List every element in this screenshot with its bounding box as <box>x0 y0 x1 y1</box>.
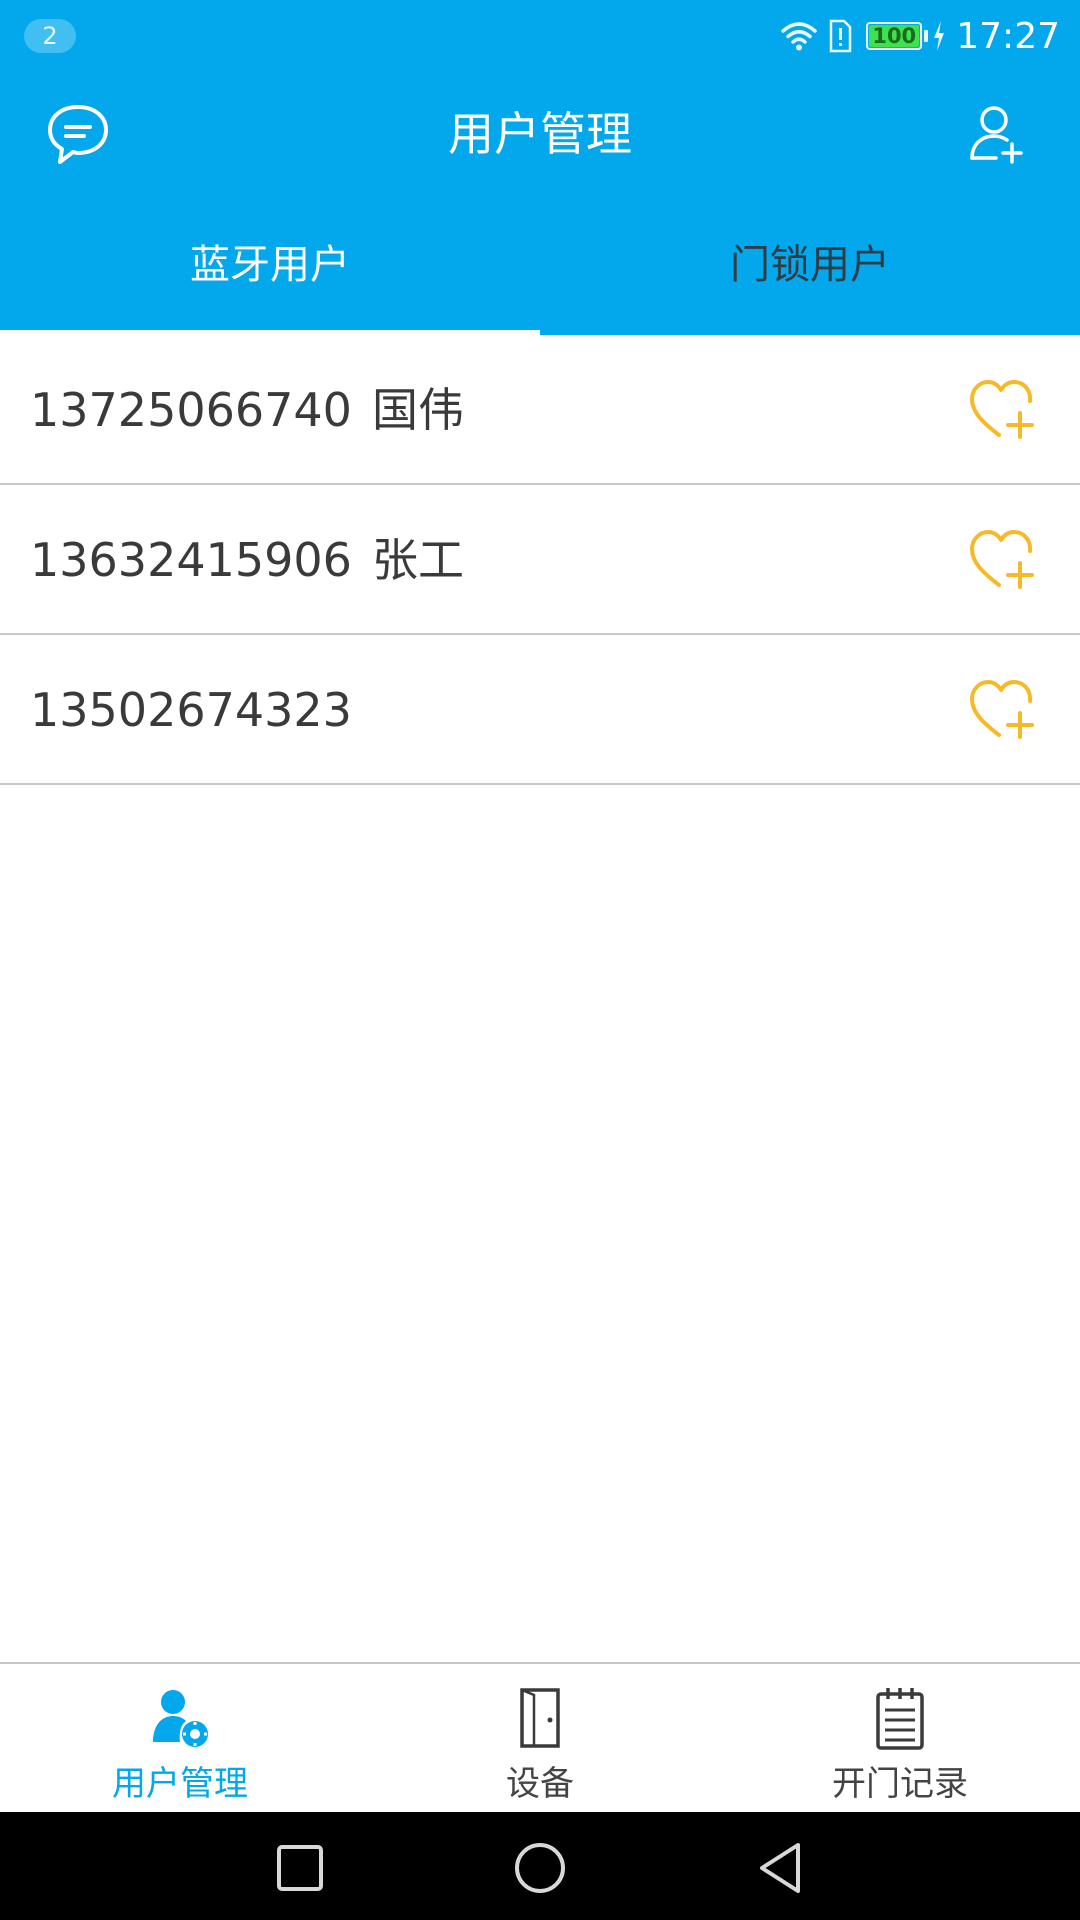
heart-plus-icon <box>970 530 1034 589</box>
user-row[interactable]: 13725066740 国伟 <box>0 335 1080 485</box>
status-icons: 100 17:27 <box>780 14 1060 58</box>
bottom-navigation: 用户管理 设备 开门记录 <box>0 1662 1080 1812</box>
user-type-tabs: 蓝牙用户 门锁用户 <box>0 196 1080 335</box>
battery-level: 100 <box>872 24 917 48</box>
door-icon <box>520 1688 560 1748</box>
add-user-icon <box>970 106 1023 164</box>
user-row[interactable]: 13502674323 <box>0 635 1080 785</box>
user-list: 13725066740 国伟 13632415906 张工 1350267432… <box>0 335 1080 785</box>
tab-bluetooth-users[interactable]: 蓝牙用户 <box>0 196 540 335</box>
user-phone: 13725066740 <box>30 383 352 437</box>
home-icon[interactable] <box>510 1838 570 1898</box>
status-bar: 2 100 17:27 <box>0 0 1080 72</box>
sim-alert-icon <box>828 19 852 53</box>
user-settings-icon <box>153 1690 208 1747</box>
tab-door-lock-users[interactable]: 门锁用户 <box>540 196 1080 335</box>
user-name: 国伟 <box>372 383 464 437</box>
back-icon[interactable] <box>750 1838 810 1898</box>
heart-plus-icon <box>970 680 1034 739</box>
user-name: 张工 <box>372 533 464 587</box>
battery-indicator: 100 <box>866 22 929 50</box>
status-clock: 17:27 <box>956 15 1060 57</box>
nav-devices[interactable]: 设备 <box>360 1664 720 1812</box>
user-phone: 13502674323 <box>30 683 352 737</box>
notepad-icon <box>876 1688 924 1750</box>
heart-plus-icon <box>970 380 1034 439</box>
favorite-add-button[interactable] <box>968 677 1038 743</box>
user-phone: 13632415906 <box>30 533 352 587</box>
nav-user-management[interactable]: 用户管理 <box>0 1664 360 1812</box>
notification-count-badge: 2 <box>24 19 76 53</box>
recent-apps-icon[interactable] <box>270 1838 330 1898</box>
page-title: 用户管理 <box>448 107 632 161</box>
add-user-button[interactable] <box>964 100 1032 168</box>
favorite-add-button[interactable] <box>968 527 1038 593</box>
favorite-add-button[interactable] <box>968 377 1038 443</box>
wifi-icon <box>780 20 818 52</box>
nav-unlock-records[interactable]: 开门记录 <box>720 1664 1080 1812</box>
system-navigation-bar <box>0 1812 1080 1920</box>
user-row[interactable]: 13632415906 张工 <box>0 485 1080 635</box>
nav-label: 设备 <box>506 1764 574 1804</box>
battery-cap <box>924 30 929 42</box>
app-header: 2 100 17:27 用户管理 蓝牙用户 门锁用户 <box>0 0 1080 335</box>
nav-label: 开门记录 <box>832 1764 968 1804</box>
charging-bolt-icon <box>932 20 946 52</box>
toolbar: 用户管理 <box>0 72 1080 196</box>
nav-label: 用户管理 <box>112 1764 248 1804</box>
